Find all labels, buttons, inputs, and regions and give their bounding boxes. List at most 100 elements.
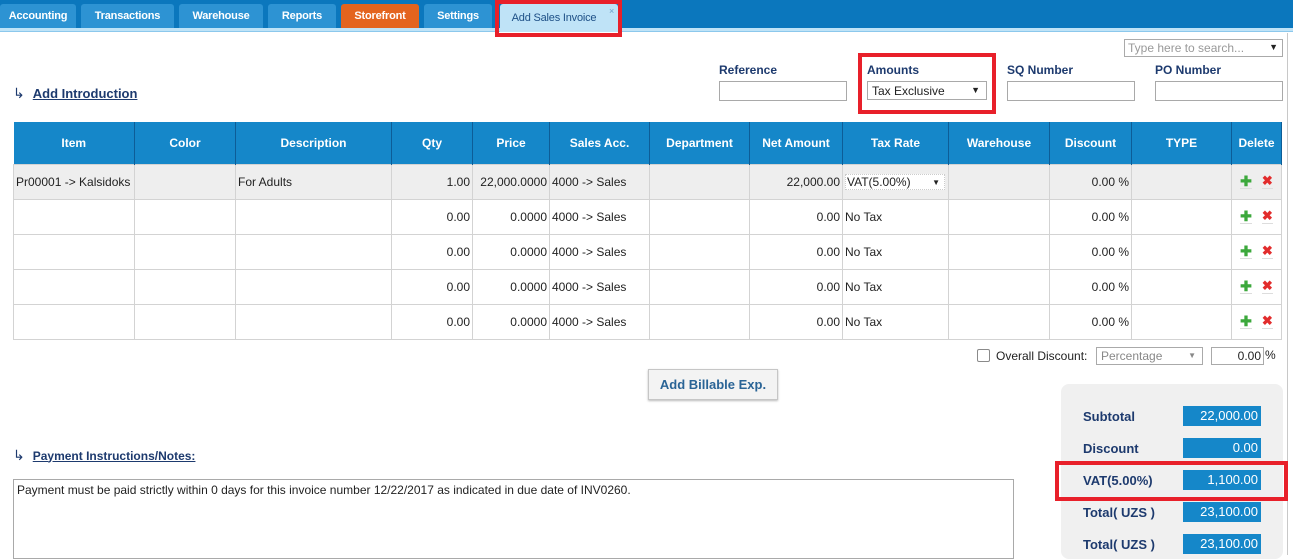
cell-type[interactable] [1131,303,1232,340]
table-header-row: Item Color Description Qty Price Sales A… [13,122,1282,164]
tab-settings[interactable]: Settings [424,4,492,28]
cell-type[interactable] [1131,163,1232,200]
cell-discount[interactable]: 0.00 % [1049,163,1132,200]
cell-qty[interactable]: 0.00 [391,233,473,270]
col-header-item: Item [13,122,135,164]
add-introduction-link[interactable]: Add Introduction [33,86,138,101]
amounts-select[interactable]: Tax Exclusive ▼ [867,81,987,100]
cell-item[interactable] [13,233,135,270]
cell-type[interactable] [1131,198,1232,235]
cell-warehouse[interactable] [948,233,1050,270]
cell-description[interactable] [235,268,392,305]
cell-sales-acc[interactable]: 4000 -> Sales [549,303,650,340]
cell-type[interactable] [1131,268,1232,305]
cell-discount[interactable]: 0.00 % [1049,233,1132,270]
plus-icon[interactable]: ✚ [1240,209,1252,224]
tab-reports[interactable]: Reports [268,4,336,28]
cell-tax-rate[interactable]: VAT(5.00%) ▼ [842,163,949,200]
sq-number-input[interactable] [1007,81,1135,101]
tab-storefront[interactable]: Storefront [341,4,419,28]
col-header-price: Price [472,122,550,164]
cell-description[interactable] [235,303,392,340]
payment-notes-link[interactable]: Payment Instructions/Notes: [33,449,196,463]
cell-item[interactable] [13,198,135,235]
cell-tax-rate[interactable]: No Tax [842,268,949,305]
tab-add-sales-invoice[interactable]: Add Sales Invoice × [500,4,618,32]
cell-qty[interactable]: 0.00 [391,198,473,235]
cell-description[interactable]: For Adults [235,163,392,200]
delete-x-icon[interactable]: ✖ [1261,209,1273,224]
cell-type[interactable] [1131,233,1232,270]
overall-discount-type-select[interactable]: Percentage ▼ [1096,347,1203,365]
tab-warehouse[interactable]: Warehouse [179,4,263,28]
tab-transactions[interactable]: Transactions [81,4,174,28]
cell-department[interactable] [649,233,750,270]
cell-price[interactable]: 0.0000 [472,233,550,270]
plus-icon[interactable]: ✚ [1240,279,1252,294]
delete-x-icon[interactable]: ✖ [1261,279,1273,294]
plus-icon[interactable]: ✚ [1240,314,1252,329]
cell-color[interactable] [134,163,236,200]
cell-discount[interactable]: 0.00 % [1049,303,1132,340]
delete-x-icon[interactable]: ✖ [1261,174,1273,189]
cell-price[interactable]: 0.0000 [472,268,550,305]
cell-tax-rate[interactable]: No Tax [842,233,949,270]
add-introduction-link-group[interactable]: ↳ Add Introduction [13,85,137,102]
overall-discount-input[interactable]: 0.00 [1211,347,1264,365]
reference-input[interactable] [719,81,847,101]
cell-qty[interactable]: 0.00 [391,268,473,305]
cell-qty[interactable]: 0.00 [391,303,473,340]
overall-discount-checkbox[interactable] [977,349,990,362]
invoice-items-table: Item Color Description Qty Price Sales A… [13,122,1282,340]
cell-qty[interactable]: 1.00 [391,163,473,200]
cell-item[interactable]: Pr00001 -> Kalsidoks [13,163,135,200]
cell-department[interactable] [649,198,750,235]
cell-department[interactable] [649,268,750,305]
plus-icon[interactable]: ✚ [1240,244,1252,259]
delete-x-icon[interactable]: ✖ [1261,244,1273,259]
cell-tax-rate[interactable]: No Tax [842,303,949,340]
cell-sales-acc[interactable]: 4000 -> Sales [549,198,650,235]
cell-item[interactable] [13,303,135,340]
cell-discount[interactable]: 0.00 % [1049,268,1132,305]
cell-warehouse[interactable] [948,268,1050,305]
cell-price[interactable]: 0.0000 [472,303,550,340]
payment-notes-link-group[interactable]: ↳ Payment Instructions/Notes: [13,447,195,464]
cell-price[interactable]: 22,000.0000 [472,163,550,200]
plus-icon[interactable]: ✚ [1240,174,1252,189]
cell-discount[interactable]: 0.00 % [1049,198,1132,235]
totals-row-vat: VAT(5.00%) 1,100.00 [1061,470,1283,490]
cell-description[interactable] [235,233,392,270]
cell-department[interactable] [649,163,750,200]
cell-color[interactable] [134,233,236,270]
amounts-label: Amounts [867,63,919,77]
col-header-qty: Qty [391,122,473,164]
po-number-input[interactable] [1155,81,1283,101]
cell-sales-acc[interactable]: 4000 -> Sales [549,233,650,270]
cell-department[interactable] [649,303,750,340]
table-row: 0.00 0.0000 4000 -> Sales 0.00 No Tax 0.… [13,303,1282,340]
payment-notes-textarea[interactable]: Payment must be paid strictly within 0 d… [13,479,1014,559]
tab-label: Warehouse [192,10,250,22]
cell-warehouse[interactable] [948,198,1050,235]
cell-color[interactable] [134,303,236,340]
add-billable-exp-button[interactable]: Add Billable Exp. [648,369,778,400]
cell-color[interactable] [134,268,236,305]
tab-accounting[interactable]: Accounting [0,4,76,28]
cell-sales-acc[interactable]: 4000 -> Sales [549,268,650,305]
cell-price[interactable]: 0.0000 [472,198,550,235]
cell-tax-rate[interactable]: No Tax [842,198,949,235]
delete-x-icon[interactable]: ✖ [1261,314,1273,329]
cell-color[interactable] [134,198,236,235]
cell-item[interactable] [13,268,135,305]
cell-warehouse[interactable] [948,163,1050,200]
tax-rate-select[interactable]: VAT(5.00%) ▼ [845,173,945,190]
cell-warehouse[interactable] [948,303,1050,340]
dropdown-arrow-icon: ▼ [1269,42,1278,52]
col-header-color: Color [134,122,236,164]
search-combo[interactable]: Type here to search... ▼ [1124,39,1283,57]
cell-sales-acc[interactable]: 4000 -> Sales [549,163,650,200]
close-tab-icon[interactable]: × [609,6,614,16]
total-label: Total( UZS ) [1083,505,1155,520]
cell-description[interactable] [235,198,392,235]
